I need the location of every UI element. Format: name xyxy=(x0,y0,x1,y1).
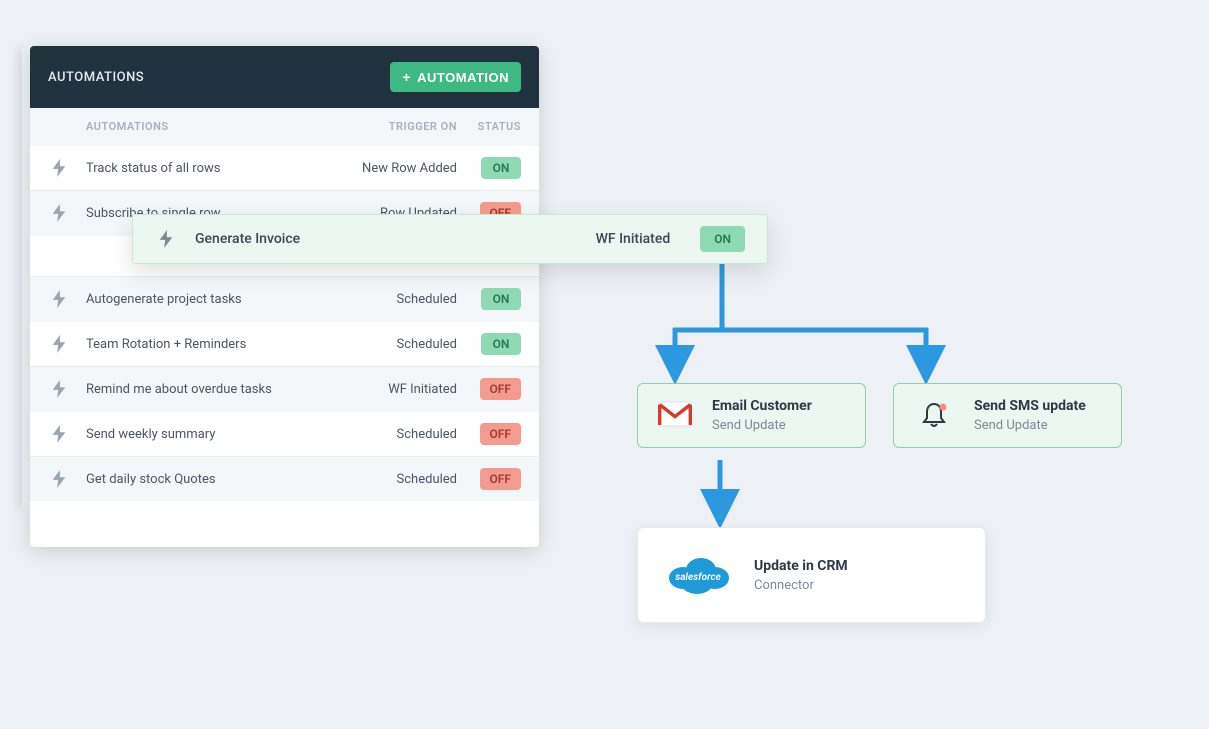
flow-card-crm[interactable]: salesforce Update in CRM Connector xyxy=(637,527,986,623)
automation-name: Track status of all rows xyxy=(86,161,337,176)
flow-card-title: Send SMS update xyxy=(974,398,1086,414)
automation-name: Generate Invoice xyxy=(195,231,596,247)
flow-card-title: Update in CRM xyxy=(754,558,848,574)
status-badge[interactable]: OFF xyxy=(465,468,521,490)
automation-trigger: WF Initiated xyxy=(337,382,457,397)
automation-name: Get daily stock Quotes xyxy=(86,472,337,487)
status-badge[interactable]: ON xyxy=(700,226,745,252)
new-automation-button[interactable]: + AUTOMATION xyxy=(390,62,521,92)
bolt-icon xyxy=(48,335,70,353)
salesforce-icon: salesforce xyxy=(662,550,734,600)
automation-name: Send weekly summary xyxy=(86,427,337,442)
panel-footer-space xyxy=(30,501,539,547)
automation-row[interactable]: Track status of all rows New Row Added O… xyxy=(30,145,539,190)
flow-card-subtitle: Send Update xyxy=(712,418,812,433)
bolt-icon xyxy=(48,425,70,443)
flow-card-title: Email Customer xyxy=(712,398,812,414)
panel-shadow xyxy=(22,48,30,508)
automation-trigger: Scheduled xyxy=(337,292,457,307)
automation-name: Team Rotation + Reminders xyxy=(86,337,337,352)
bolt-icon xyxy=(48,204,70,222)
automations-panel: AUTOMATIONS + AUTOMATION AUTOMATIONS TRI… xyxy=(30,46,539,547)
automation-name: Remind me about overdue tasks xyxy=(86,382,337,397)
bolt-icon xyxy=(48,290,70,308)
bell-icon xyxy=(914,400,954,432)
automation-trigger: Scheduled xyxy=(337,472,457,487)
flow-card-email[interactable]: Email Customer Send Update xyxy=(637,383,866,448)
automation-name: Autogenerate project tasks xyxy=(86,292,337,307)
column-header-trigger: TRIGGER ON xyxy=(337,120,457,133)
status-badge[interactable]: ON xyxy=(465,288,521,310)
automation-trigger: Scheduled xyxy=(337,427,457,442)
bolt-icon xyxy=(155,230,177,248)
automation-row[interactable]: Get daily stock Quotes Scheduled OFF xyxy=(30,456,539,501)
automation-row[interactable]: Remind me about overdue tasks WF Initiat… xyxy=(30,366,539,411)
automation-row[interactable]: Send weekly summary Scheduled OFF xyxy=(30,411,539,456)
column-header-status: STATUS xyxy=(465,120,521,133)
automation-row[interactable]: Team Rotation + Reminders Scheduled ON xyxy=(30,321,539,366)
flow-card-subtitle: Send Update xyxy=(974,418,1086,433)
plus-icon: + xyxy=(402,69,411,85)
status-badge[interactable]: ON xyxy=(465,157,521,179)
panel-title: AUTOMATIONS xyxy=(48,70,144,85)
bolt-icon xyxy=(48,159,70,177)
flow-card-sms[interactable]: Send SMS update Send Update xyxy=(893,383,1122,448)
svg-text:salesforce: salesforce xyxy=(675,572,721,583)
panel-header: AUTOMATIONS + AUTOMATION xyxy=(30,46,539,108)
gmail-icon xyxy=(658,401,692,431)
new-automation-label: AUTOMATION xyxy=(417,70,509,85)
status-badge[interactable]: OFF xyxy=(465,378,521,400)
bolt-icon xyxy=(48,380,70,398)
automation-trigger: New Row Added xyxy=(337,161,457,176)
table-header: AUTOMATIONS TRIGGER ON STATUS xyxy=(30,108,539,145)
automation-trigger: WF Initiated xyxy=(596,231,671,247)
status-badge[interactable]: OFF xyxy=(465,423,521,445)
flow-card-subtitle: Connector xyxy=(754,578,848,593)
column-header-name: AUTOMATIONS xyxy=(86,120,337,133)
automation-trigger: Scheduled xyxy=(337,337,457,352)
bolt-icon xyxy=(48,470,70,488)
status-badge[interactable]: ON xyxy=(465,333,521,355)
automation-row[interactable]: Autogenerate project tasks Scheduled ON xyxy=(30,276,539,321)
automation-row-highlighted[interactable]: Generate Invoice WF Initiated ON xyxy=(132,214,768,264)
